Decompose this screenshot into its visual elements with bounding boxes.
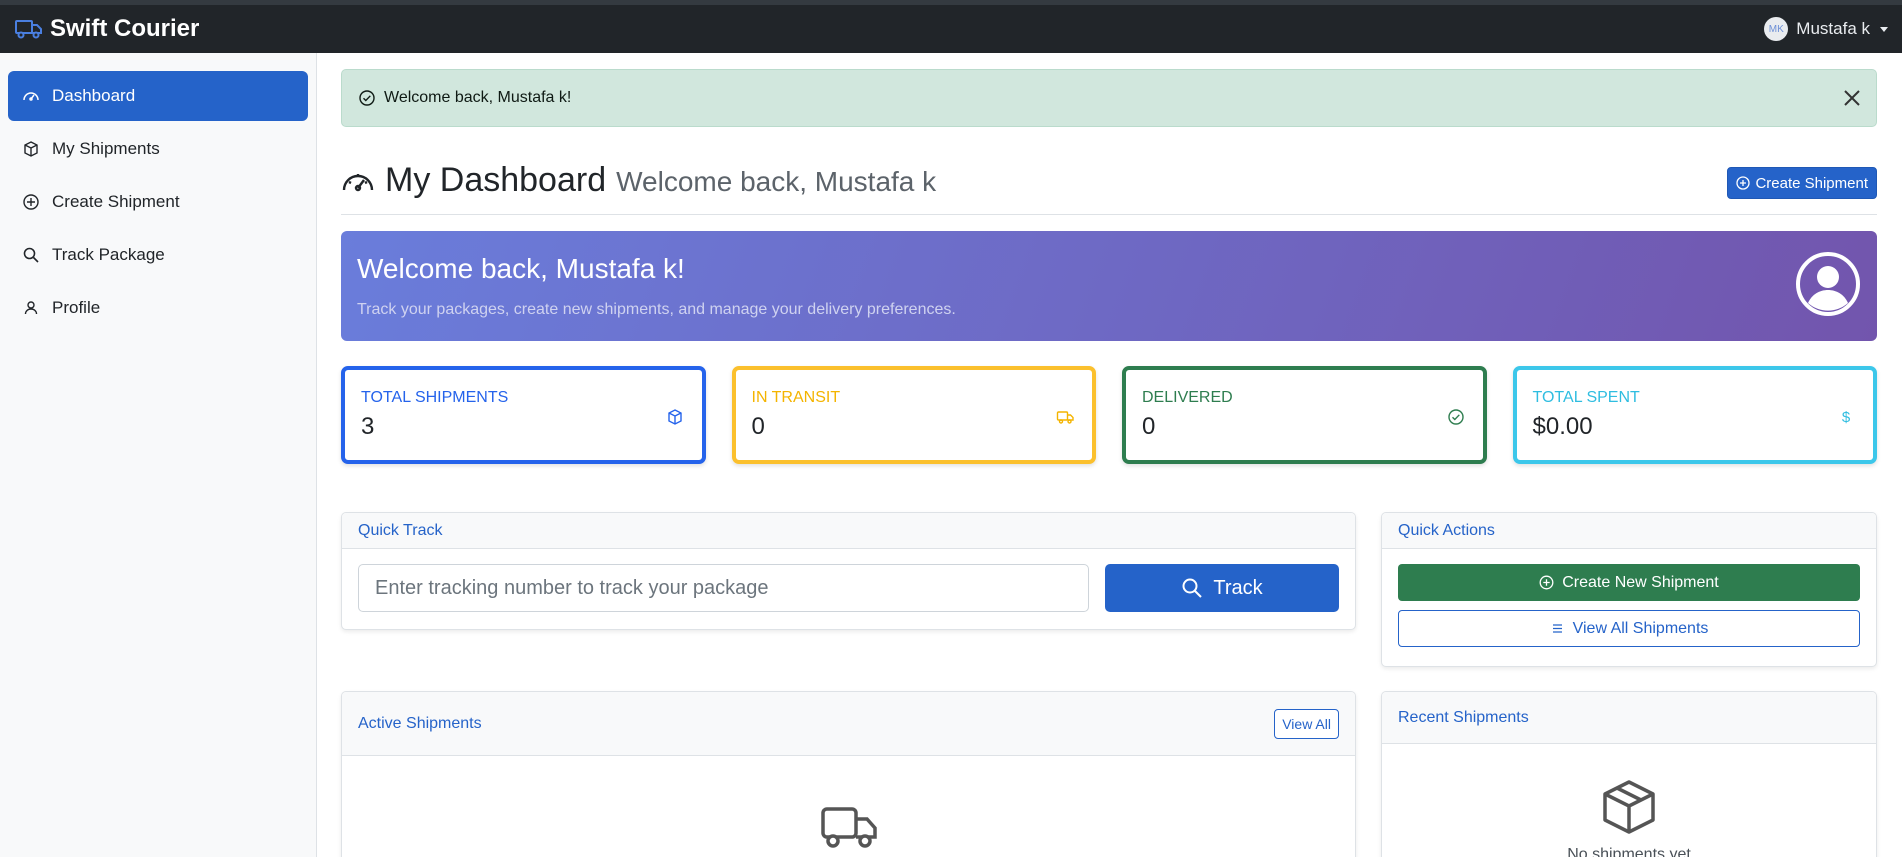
- truck-icon: [1056, 411, 1074, 424]
- sidebar: Dashboard My Shipments Create Shipment T…: [0, 53, 317, 857]
- box-icon: [24, 141, 38, 157]
- stat-card-total-spent: TOTAL SPENT $0.00 $: [1512, 366, 1877, 464]
- button-label: View All Shipments: [1572, 619, 1709, 637]
- card-header: Quick Track: [342, 513, 1355, 549]
- tracking-number-input[interactable]: [358, 564, 1089, 612]
- recent-shipments-card: Recent Shipments No shipments yet: [1381, 691, 1877, 857]
- box-icon: [667, 409, 682, 425]
- check-circle-icon: [359, 90, 375, 106]
- banner-text: Track your packages, create new shipment…: [357, 301, 956, 318]
- card-header: Active Shipments View All: [342, 692, 1355, 756]
- welcome-alert: Welcome back, Mustafa k!: [341, 69, 1877, 127]
- sidebar-item-label: Profile: [52, 298, 101, 317]
- brand-name: Swift Courier: [50, 15, 200, 42]
- quick-track-card: Quick Track Track: [341, 512, 1356, 630]
- avatar: MK: [1764, 17, 1789, 41]
- chevron-down-icon: [1880, 26, 1888, 32]
- active-shipments-card: Active Shipments View All: [341, 691, 1356, 857]
- card-title: Active Shipments: [358, 714, 482, 732]
- button-label: View All: [1282, 715, 1331, 732]
- stat-card-total-shipments: TOTAL SHIPMENTS 3: [341, 366, 706, 464]
- check-circle-icon: [1447, 409, 1464, 425]
- button-label: Create New Shipment: [1562, 573, 1719, 591]
- list-icon: [1552, 624, 1562, 633]
- track-button[interactable]: Track: [1105, 564, 1339, 612]
- stat-value: 3: [361, 413, 375, 440]
- card-header: Quick Actions: [1382, 513, 1876, 549]
- view-all-button[interactable]: View All: [1274, 708, 1339, 739]
- page-header: My Dashboard Welcome back, Mustafa k Cre…: [341, 155, 1877, 215]
- gauge-icon: [342, 173, 374, 191]
- user-menu[interactable]: MK Mustafa k: [1764, 17, 1888, 41]
- stat-label: DELIVERED: [1142, 389, 1233, 406]
- top-navbar: Swift Courier MK Mustafa k: [0, 0, 1902, 53]
- button-label: Track: [1213, 576, 1263, 599]
- sidebar-item-label: Track Package: [52, 245, 165, 264]
- plus-circle-icon: [1539, 575, 1554, 590]
- empty-state-text: No shipments yet: [1567, 846, 1691, 857]
- sidebar-item-profile[interactable]: Profile: [8, 283, 308, 333]
- button-label: Create Shipment: [1755, 174, 1868, 192]
- sidebar-item-label: Create Shipment: [52, 192, 180, 211]
- search-icon: [1182, 578, 1203, 598]
- view-all-shipments-button[interactable]: View All Shipments: [1398, 610, 1860, 647]
- plus-circle-icon: [1736, 176, 1751, 190]
- card-header: Recent Shipments: [1382, 692, 1876, 744]
- plus-circle-icon: [23, 194, 39, 210]
- sidebar-item-my-shipments[interactable]: My Shipments: [8, 124, 308, 174]
- truck-icon: [820, 807, 877, 848]
- sidebar-item-label: My Shipments: [52, 139, 160, 158]
- welcome-banner: Welcome back, Mustafa k! Track your pack…: [341, 231, 1877, 341]
- stat-value: $0.00: [1532, 413, 1593, 440]
- alert-message: Welcome back, Mustafa k!: [384, 89, 572, 106]
- svg-text:$: $: [1842, 409, 1851, 426]
- stat-label: IN TRANSIT: [751, 389, 841, 406]
- stats-row: TOTAL SHIPMENTS 3 IN TRANSIT 0 DELIVERED…: [341, 366, 1877, 464]
- sidebar-item-track-package[interactable]: Track Package: [8, 230, 308, 280]
- create-shipment-button[interactable]: Create Shipment: [1727, 167, 1877, 199]
- gauge-icon: [23, 92, 39, 101]
- stat-value: 0: [751, 413, 765, 440]
- banner-title: Welcome back, Mustafa k!: [357, 253, 685, 284]
- sidebar-item-label: Dashboard: [52, 86, 136, 105]
- sidebar-item-dashboard[interactable]: Dashboard: [8, 71, 308, 121]
- card-title: Quick Actions: [1398, 521, 1495, 539]
- stat-label: TOTAL SHIPMENTS: [361, 389, 509, 406]
- page-subtitle: Welcome back, Mustafa k: [616, 166, 937, 197]
- stat-card-in-transit: IN TRANSIT 0: [731, 366, 1096, 464]
- stat-value: 0: [1142, 413, 1156, 440]
- create-new-shipment-button[interactable]: Create New Shipment: [1398, 564, 1860, 601]
- page-title: My Dashboard: [385, 161, 607, 199]
- stat-card-delivered: DELIVERED 0: [1122, 366, 1487, 464]
- stat-label: TOTAL SPENT: [1532, 389, 1640, 406]
- search-icon: [23, 247, 39, 263]
- card-title: Quick Track: [358, 521, 443, 539]
- quick-actions-card: Quick Actions Create New Shipment View A…: [1381, 512, 1877, 667]
- card-title: Recent Shipments: [1398, 708, 1529, 726]
- person-icon: [24, 301, 38, 315]
- dollar-icon: $: [1842, 409, 1851, 426]
- box-icon: [1603, 780, 1655, 834]
- close-icon[interactable]: [1842, 88, 1862, 108]
- main-content: Welcome back, Mustafa k! My Dashboard We…: [341, 53, 1877, 857]
- sidebar-item-create-shipment[interactable]: Create Shipment: [8, 177, 308, 227]
- truck-icon: [15, 20, 42, 39]
- brand-link[interactable]: Swift Courier: [14, 15, 199, 43]
- user-name: Mustafa k: [1796, 19, 1870, 38]
- user-circle-icon: [1796, 252, 1860, 316]
